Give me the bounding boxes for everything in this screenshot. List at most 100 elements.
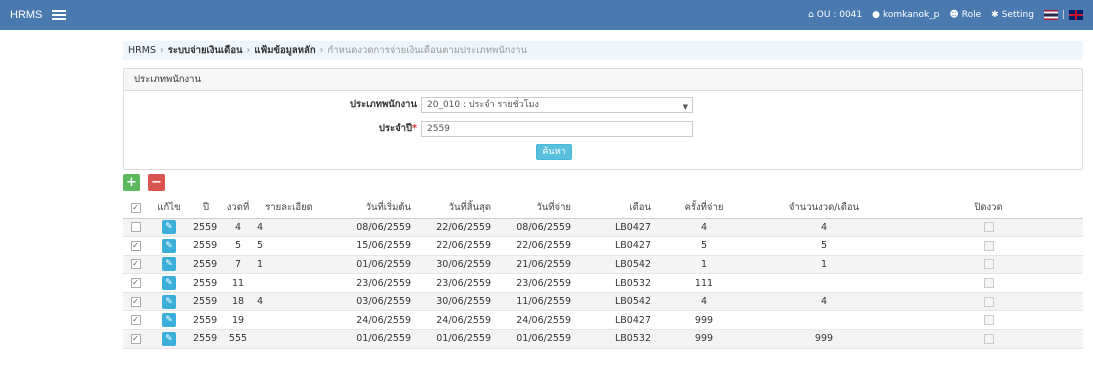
table-row[interactable]: ✎ 2559 4 4 08/06/2559 22/06/2559 08/06/2559 LB0… [123, 218, 1083, 238]
edit-cell: ✎ [148, 329, 190, 349]
cell-pay-date: 22/06/2559 [494, 236, 574, 256]
cell-month: LB0427 [574, 310, 654, 331]
close-period-checkbox[interactable] [894, 292, 1083, 312]
select-all-checkbox[interactable]: ✓ [123, 198, 148, 219]
cell-end-date: 30/06/2559 [414, 255, 494, 275]
close-period-checkbox[interactable] [894, 310, 1083, 331]
edit-pencil-icon[interactable]: ✎ [162, 276, 176, 291]
users-icon: ☻ [949, 10, 959, 20]
role-menu[interactable]: ☻ Role [949, 10, 981, 20]
gear-icon: ✱ [991, 10, 999, 20]
role-label: Role [961, 10, 982, 20]
cell-detail: 4 [254, 218, 324, 238]
close-period-checkbox[interactable] [894, 236, 1083, 256]
employee-type-select[interactable]: 20_010 : ประจำ รายชั่วโมง ▼ [421, 97, 693, 113]
column-header-pay-date: วันที่จ่าย [494, 198, 574, 219]
cell-pay-date: 23/06/2559 [494, 273, 574, 293]
row-checkbox[interactable]: ✓ [123, 329, 148, 349]
row-checkbox[interactable]: ✓ [123, 310, 148, 331]
cell-pay-date: 08/06/2559 [494, 218, 574, 238]
column-header-month: เดือน [574, 198, 654, 219]
year-label: ประจำปี* [319, 121, 417, 136]
table-row[interactable]: ✓ ✎ 2559 7 1 01/06/2559 30/06/2559 21/06/2559 LB… [123, 255, 1083, 275]
setting-menu[interactable]: ✱ Setting [991, 10, 1034, 20]
edit-pencil-icon[interactable]: ✎ [162, 220, 176, 235]
column-header-times: ครั้งที่จ่าย [654, 198, 754, 219]
breadcrumb-hrms[interactable]: HRMS [128, 45, 156, 56]
cell-per-month: 999 [754, 329, 894, 349]
app-brand[interactable]: HRMS [0, 9, 52, 21]
navbar-right: ⌂ OU : 0041 ● komkanok_p ☻ Role ✱ Settin… [808, 0, 1093, 30]
employee-type-label: ประเภทพนักงาน [350, 99, 417, 110]
add-button[interactable]: + [123, 174, 140, 191]
table-row[interactable]: ✓ ✎ 2559 11 23/06/2559 23/06/2559 23/06/2559 LB… [123, 273, 1083, 293]
table-row[interactable]: ✓ ✎ 2559 19 24/06/2559 24/06/2559 24/06/2559 LB… [123, 310, 1083, 331]
cell-pay-date: 11/06/2559 [494, 292, 574, 312]
breadcrumb-current: กำหนดงวดการจ่ายเงินเดือนตามประเภทพนักงาน [327, 45, 527, 56]
cell-per-month [754, 273, 894, 293]
edit-cell: ✎ [148, 310, 190, 331]
cell-start-date: 01/06/2559 [324, 255, 414, 275]
cell-period: 18 [222, 292, 254, 312]
check-icon: ✓ [130, 202, 141, 213]
table-row[interactable]: ✓ ✎ 2559 5 5 15/06/2559 22/06/2559 22/06/2559 LB… [123, 236, 1083, 256]
lang-separator: | [1061, 10, 1065, 20]
cell-start-date: 01/06/2559 [324, 329, 414, 349]
cell-start-date: 23/06/2559 [324, 273, 414, 293]
breadcrumb-payroll[interactable]: ระบบจ่ายเงินเดือน [168, 43, 243, 58]
menu-toggle-icon[interactable] [52, 10, 66, 20]
close-period-checkbox[interactable] [894, 218, 1083, 238]
checkbox-icon: ✓ [130, 240, 141, 251]
cell-month: LB0532 [574, 273, 654, 293]
row-checkbox[interactable]: ✓ [123, 236, 148, 256]
close-period-checkbox[interactable] [894, 273, 1083, 293]
column-header-edit: แก้ไข [148, 198, 190, 219]
checkbox-icon [983, 333, 994, 344]
checkbox-icon [983, 315, 994, 326]
cell-times: 999 [654, 329, 754, 349]
cell-detail: 5 [254, 236, 324, 256]
row-checkbox[interactable]: ✓ [123, 292, 148, 312]
cell-month: LB0427 [574, 236, 654, 256]
table-row[interactable]: ✓ ✎ 2559 555 01/06/2559 01/06/2559 01/06/2559 L… [123, 329, 1083, 349]
close-period-checkbox[interactable] [894, 255, 1083, 275]
user-menu[interactable]: ● komkanok_p [872, 10, 939, 20]
breadcrumb-divider: › [246, 45, 251, 56]
checkbox-icon [983, 296, 994, 307]
edit-pencil-icon[interactable]: ✎ [162, 313, 176, 328]
year-input[interactable]: 2559 [421, 121, 693, 137]
checkbox-icon [130, 222, 141, 233]
cell-start-date: 24/06/2559 [324, 310, 414, 331]
edit-pencil-icon[interactable]: ✎ [162, 257, 176, 272]
uk-flag-icon[interactable] [1069, 10, 1083, 20]
breadcrumb-divider: › [159, 45, 164, 56]
edit-pencil-icon[interactable]: ✎ [162, 331, 176, 346]
cell-period: 5 [222, 236, 254, 256]
close-period-checkbox[interactable] [894, 329, 1083, 349]
cell-year: 2559 [190, 292, 222, 312]
edit-pencil-icon[interactable]: ✎ [162, 294, 176, 309]
thai-flag-icon[interactable] [1043, 10, 1058, 20]
row-checkbox[interactable] [123, 218, 148, 238]
cell-times: 5 [654, 236, 754, 256]
cell-end-date: 01/06/2559 [414, 329, 494, 349]
checkbox-icon: ✓ [130, 296, 141, 307]
search-button[interactable]: ค้นหา [536, 144, 572, 160]
checkbox-icon: ✓ [130, 278, 141, 289]
edit-pencil-icon[interactable]: ✎ [162, 238, 176, 253]
row-checkbox[interactable]: ✓ [123, 255, 148, 275]
ou-selector[interactable]: ⌂ OU : 0041 [808, 10, 862, 20]
row-checkbox[interactable]: ✓ [123, 273, 148, 293]
delete-button[interactable]: − [148, 174, 165, 191]
cell-pay-date: 01/06/2559 [494, 329, 574, 349]
cell-times: 1 [654, 255, 754, 275]
search-panel: ประเภทพนักงาน ประเภทพนักงาน 20_010 : ประ… [123, 68, 1083, 170]
cell-pay-date: 21/06/2559 [494, 255, 574, 275]
table-row[interactable]: ✓ ✎ 2559 18 4 03/06/2559 30/06/2559 11/06/2559 L… [123, 292, 1083, 312]
checkbox-icon: ✓ [130, 259, 141, 270]
cell-times: 111 [654, 273, 754, 293]
cell-detail [254, 329, 324, 349]
breadcrumb-master-file[interactable]: แฟ้มข้อมูลหลัก [254, 43, 315, 58]
cell-detail: 1 [254, 255, 324, 275]
year-label-text: ประจำปี [378, 123, 413, 134]
